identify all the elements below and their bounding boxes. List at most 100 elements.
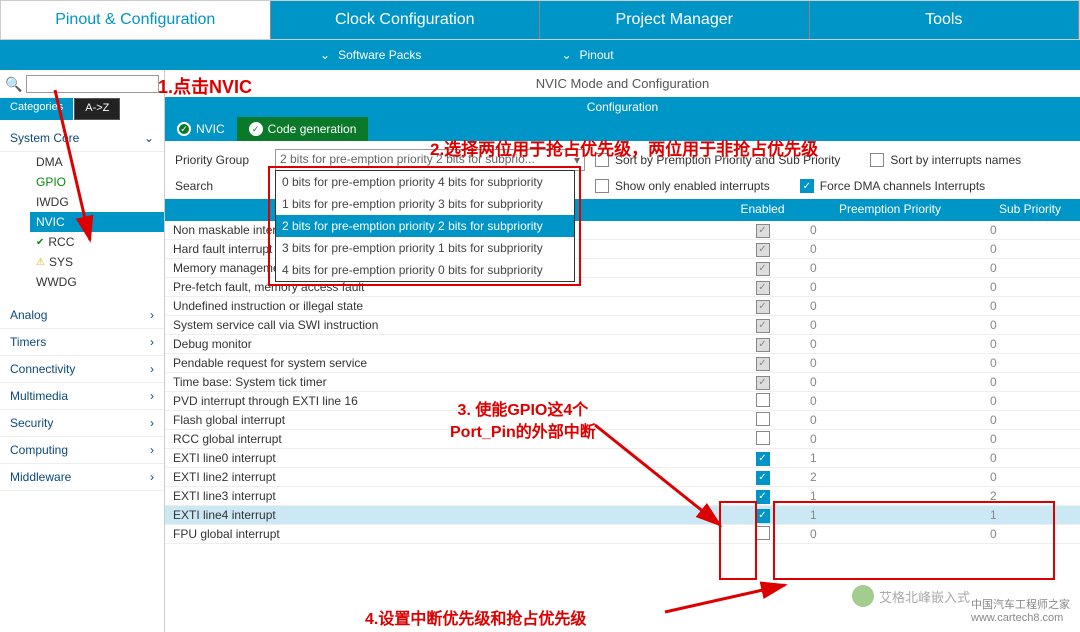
preemption-cell[interactable]: 1	[800, 486, 980, 506]
enable-checkbox[interactable]: ✓	[756, 490, 770, 504]
col-preemption[interactable]: Preemption Priority	[800, 199, 980, 221]
preemption-cell[interactable]: 0	[800, 334, 980, 354]
group-computing[interactable]: Computing›	[0, 437, 164, 464]
chevron-down-icon: ⌄	[144, 131, 154, 145]
enable-checkbox[interactable]	[756, 431, 770, 445]
preemption-cell[interactable]: 0	[800, 258, 980, 278]
menu-pinout[interactable]: ⌄ Pinout	[551, 40, 643, 70]
preemption-cell[interactable]: 2	[800, 467, 980, 487]
table-row[interactable]: Pendable request for system service✓00	[165, 354, 1080, 373]
sidebar-item-gpio[interactable]: GPIO	[30, 172, 164, 192]
group-analog[interactable]: Analog›	[0, 302, 164, 329]
table-row[interactable]: Debug monitor✓00	[165, 335, 1080, 354]
subpriority-cell[interactable]: 0	[980, 258, 1080, 278]
table-row[interactable]: Flash global interrupt00	[165, 411, 1080, 430]
subpriority-cell[interactable]: 0	[980, 221, 1080, 240]
subpriority-cell[interactable]: 0	[980, 524, 1080, 544]
sort-premption-checkbox[interactable]	[595, 153, 609, 167]
preemption-cell[interactable]: 0	[800, 277, 980, 297]
sidebar-item-dma[interactable]: DMA	[30, 152, 164, 172]
subpriority-cell[interactable]: 0	[980, 467, 1080, 487]
subpriority-cell[interactable]: 0	[980, 315, 1080, 335]
preemption-cell[interactable]: 0	[800, 429, 980, 449]
dropdown-option[interactable]: 0 bits for pre-emption priority 4 bits f…	[276, 171, 574, 193]
chevron-down-icon: ⌄	[561, 48, 571, 62]
sidebar-item-wwdg[interactable]: WWDG	[30, 272, 164, 292]
subpriority-cell[interactable]: 2	[980, 486, 1080, 506]
force-dma-checkbox[interactable]: ✓	[800, 179, 814, 193]
col-enabled[interactable]: Enabled	[725, 199, 800, 221]
table-row[interactable]: Time base: System tick timer✓00	[165, 373, 1080, 392]
table-row[interactable]: EXTI line3 interrupt✓12	[165, 487, 1080, 506]
sort-name-checkbox[interactable]	[870, 153, 884, 167]
checkbox-label: Force DMA channels Interrupts	[820, 179, 985, 193]
enable-checkbox[interactable]: ✓	[756, 471, 770, 485]
preemption-cell[interactable]: 0	[800, 372, 980, 392]
group-timers[interactable]: Timers›	[0, 329, 164, 356]
subpriority-cell[interactable]: 1	[980, 505, 1080, 525]
preemption-cell[interactable]: 0	[800, 524, 980, 544]
enable-checkbox[interactable]	[756, 526, 770, 540]
subpriority-cell[interactable]: 0	[980, 296, 1080, 316]
search-icon[interactable]: 🔍	[5, 76, 22, 93]
preemption-cell[interactable]: 0	[800, 410, 980, 430]
enable-checkbox[interactable]	[756, 412, 770, 426]
enable-checkbox[interactable]: ✓	[756, 509, 770, 523]
subpriority-cell[interactable]: 0	[980, 353, 1080, 373]
sidebar-item-rcc[interactable]: ✔RCC	[30, 232, 164, 252]
dropdown-option[interactable]: 2 bits for pre-emption priority 2 bits f…	[276, 215, 574, 237]
priority-group-select[interactable]: 2 bits for pre-emption priority 2 bits f…	[275, 149, 585, 171]
preemption-cell[interactable]: 1	[800, 505, 980, 525]
subpriority-cell[interactable]: 0	[980, 239, 1080, 259]
sidebar-item-iwdg[interactable]: IWDG	[30, 192, 164, 212]
subpriority-cell[interactable]: 0	[980, 410, 1080, 430]
preemption-cell[interactable]: 0	[800, 391, 980, 411]
tab-categories[interactable]: Categories	[0, 98, 73, 120]
tab-az[interactable]: A->Z	[74, 98, 120, 120]
enable-checkbox[interactable]: ✓	[756, 452, 770, 466]
tab-pinout-config[interactable]: Pinout & Configuration	[1, 1, 271, 39]
group-security[interactable]: Security›	[0, 410, 164, 437]
table-row[interactable]: System service call via SWI instruction✓…	[165, 316, 1080, 335]
group-multimedia[interactable]: Multimedia›	[0, 383, 164, 410]
preemption-cell[interactable]: 1	[800, 448, 980, 468]
table-row[interactable]: Undefined instruction or illegal state✓0…	[165, 297, 1080, 316]
interrupt-name: FPU global interrupt	[165, 524, 725, 544]
subpriority-cell[interactable]: 0	[980, 334, 1080, 354]
subpriority-cell[interactable]: 0	[980, 448, 1080, 468]
show-enabled-checkbox[interactable]	[595, 179, 609, 193]
menu-label: Pinout	[580, 48, 614, 62]
sidebar-item-nvic[interactable]: NVIC	[30, 212, 164, 232]
table-row[interactable]: FPU global interrupt 00	[165, 525, 1080, 544]
tab-code-generation[interactable]: ✓Code generation	[237, 117, 369, 141]
preemption-cell[interactable]: 0	[800, 239, 980, 259]
dropdown-option[interactable]: 1 bits for pre-emption priority 3 bits f…	[276, 193, 574, 215]
enable-checkbox[interactable]	[756, 393, 770, 407]
subpriority-cell[interactable]: 0	[980, 372, 1080, 392]
tab-tools[interactable]: Tools	[810, 1, 1080, 39]
col-subpriority[interactable]: Sub Priority	[980, 199, 1080, 221]
preemption-cell[interactable]: 0	[800, 315, 980, 335]
dropdown-option[interactable]: 3 bits for pre-emption priority 1 bits f…	[276, 237, 574, 259]
table-row[interactable]: EXTI line0 interrupt✓10	[165, 449, 1080, 468]
subpriority-cell[interactable]: 0	[980, 429, 1080, 449]
preemption-cell[interactable]: 0	[800, 296, 980, 316]
dropdown-option[interactable]: 4 bits for pre-emption priority 0 bits f…	[276, 259, 574, 281]
subpriority-cell[interactable]: 0	[980, 277, 1080, 297]
tab-project-manager[interactable]: Project Manager	[540, 1, 810, 39]
menu-software-packs[interactable]: ⌄Software Packs	[310, 40, 451, 70]
table-row[interactable]: RCC global interrupt00	[165, 430, 1080, 449]
group-system-core[interactable]: System Core⌄	[0, 125, 164, 152]
table-row[interactable]: PVD interrupt through EXTI line 1600	[165, 392, 1080, 411]
group-connectivity[interactable]: Connectivity›	[0, 356, 164, 383]
sidebar-search-input[interactable]	[26, 75, 159, 93]
tab-nvic[interactable]: ✓NVIC	[165, 117, 237, 141]
table-row[interactable]: EXTI line2 interrupt✓20	[165, 468, 1080, 487]
table-row[interactable]: EXTI line4 interrupt✓11	[165, 506, 1080, 525]
subpriority-cell[interactable]: 0	[980, 391, 1080, 411]
sidebar-item-sys[interactable]: ⚠SYS	[30, 252, 164, 272]
group-middleware[interactable]: Middleware›	[0, 464, 164, 491]
preemption-cell[interactable]: 0	[800, 353, 980, 373]
tab-clock-config[interactable]: Clock Configuration	[271, 1, 541, 39]
preemption-cell[interactable]: 0	[800, 221, 980, 240]
